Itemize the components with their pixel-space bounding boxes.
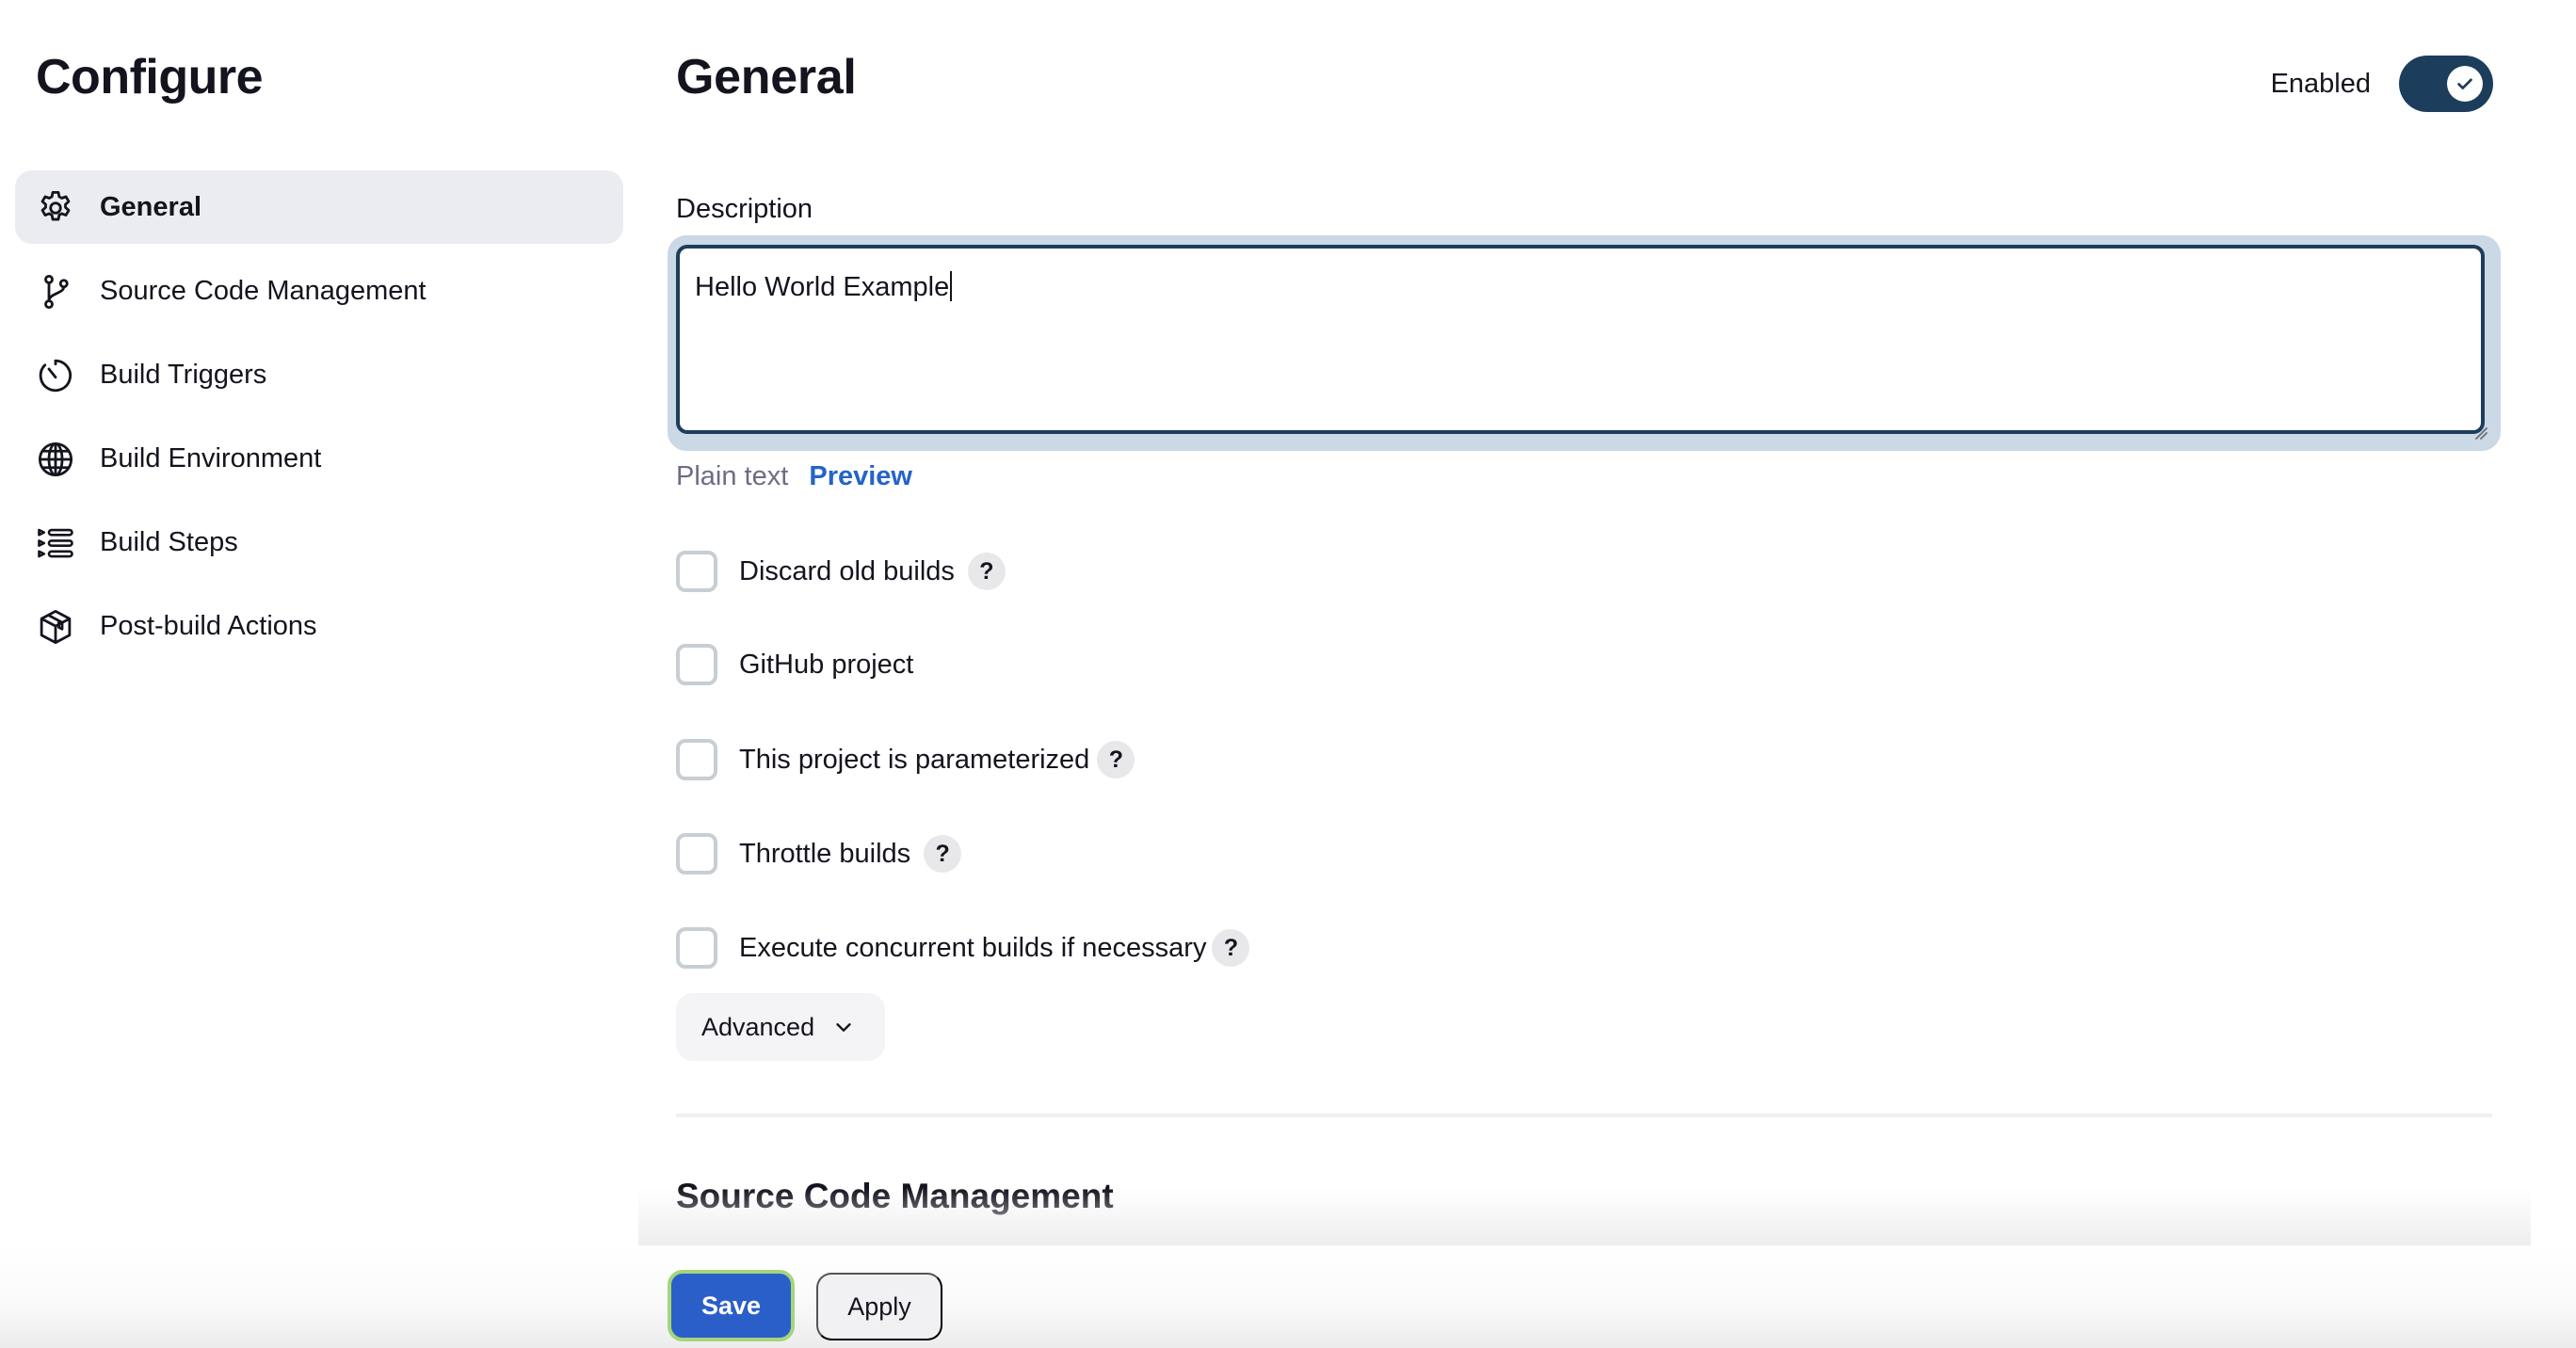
help-icon[interactable]: ?	[1097, 741, 1135, 778]
sidebar-title: Configure	[36, 50, 264, 104]
option-parameterized: This project is parameterized ?	[676, 739, 1135, 780]
section-divider	[676, 1114, 2492, 1117]
text-caret	[950, 271, 953, 301]
sidebar-item-label: Build Triggers	[100, 359, 267, 390]
sidebar-item-source-code-management[interactable]: Source Code Management	[15, 254, 623, 328]
option-throttle-builds: Throttle builds ?	[676, 833, 962, 875]
git-branch-icon	[36, 272, 75, 312]
parameterized-checkbox[interactable]	[676, 739, 717, 780]
page-title: General	[676, 50, 857, 104]
sidebar-item-build-triggers[interactable]: Build Triggers	[15, 338, 623, 411]
sidebar-item-general[interactable]: General	[15, 170, 623, 244]
sidebar-item-label: Post-build Actions	[100, 610, 317, 641]
preview-link[interactable]: Preview	[809, 461, 912, 491]
option-label[interactable]: GitHub project	[739, 650, 913, 681]
concurrent-builds-checkbox[interactable]	[676, 927, 717, 969]
sidebar-item-build-steps[interactable]: Build Steps	[15, 506, 623, 579]
format-row: Plain text Preview	[676, 461, 912, 492]
description-value: Hello World Example	[695, 272, 950, 302]
plain-text-label: Plain text	[676, 461, 789, 491]
option-label[interactable]: Execute concurrent builds if necessary	[739, 933, 1206, 964]
apply-button[interactable]: Apply	[816, 1273, 942, 1340]
help-icon[interactable]: ?	[967, 553, 1006, 590]
bottom-action-bar: Save Apply	[0, 1245, 2576, 1348]
gear-icon	[36, 188, 75, 228]
description-focus-ring: Hello World Example	[668, 235, 2501, 451]
enabled-label: Enabled	[2270, 68, 2371, 99]
save-button[interactable]: Save	[668, 1270, 795, 1341]
help-icon[interactable]: ?	[924, 835, 962, 873]
description-textarea[interactable]: Hello World Example	[676, 245, 2485, 434]
package-icon	[36, 607, 75, 647]
sidebar-item-label: Build Environment	[100, 442, 322, 473]
sidebar-item-label: Build Steps	[100, 526, 238, 557]
option-label[interactable]: Throttle builds	[739, 839, 910, 870]
main-content: General Enabled Description Hello World …	[638, 0, 2531, 1348]
globe-icon	[36, 440, 75, 479]
advanced-label: Advanced	[701, 1012, 815, 1041]
sidebar-nav: General Source Code Management Build Tri…	[15, 170, 623, 673]
advanced-button[interactable]: Advanced	[676, 993, 885, 1061]
toggle-knob	[2447, 66, 2483, 102]
sidebar-item-label: General	[100, 191, 201, 222]
option-github-project: GitHub project	[676, 644, 913, 685]
sidebar-item-post-build-actions[interactable]: Post-build Actions	[15, 589, 623, 663]
checkmark-icon	[2457, 78, 2472, 89]
github-project-checkbox[interactable]	[676, 644, 717, 685]
option-label[interactable]: This project is parameterized	[739, 745, 1089, 776]
list-steps-icon	[36, 523, 75, 563]
discard-old-builds-checkbox[interactable]	[676, 551, 717, 592]
enabled-toggle[interactable]	[2399, 56, 2493, 112]
option-concurrent-builds: Execute concurrent builds if necessary ?	[676, 927, 1250, 969]
sidebar: Configure General Source Code Management	[0, 0, 640, 1348]
description-label: Description	[676, 194, 813, 224]
help-icon[interactable]: ?	[1212, 929, 1250, 967]
timer-icon	[36, 356, 75, 395]
option-discard-old-builds: Discard old builds ?	[676, 551, 1006, 592]
throttle-builds-checkbox[interactable]	[676, 833, 717, 875]
section-title-source-code-management: Source Code Management	[676, 1177, 1114, 1215]
sidebar-item-label: Source Code Management	[100, 275, 427, 306]
resize-handle-icon[interactable]	[2472, 425, 2487, 440]
sidebar-item-build-environment[interactable]: Build Environment	[15, 422, 623, 495]
enabled-control: Enabled	[2271, 55, 2493, 113]
option-label[interactable]: Discard old builds	[739, 556, 955, 587]
chevron-down-icon	[836, 1023, 851, 1032]
